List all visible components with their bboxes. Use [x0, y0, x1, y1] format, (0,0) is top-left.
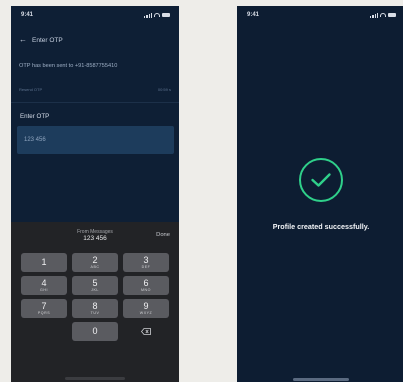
key-letters: DEF: [141, 264, 151, 269]
key-9[interactable]: 9 WXYZ: [123, 299, 169, 318]
key-letters: GHI: [40, 287, 48, 292]
page-title: Enter OTP: [32, 36, 63, 44]
otp-autofill-suggestion[interactable]: From Messages 123 456: [11, 222, 179, 250]
key-7[interactable]: 7 PQRS: [21, 299, 67, 318]
key-letters: JKL: [91, 287, 99, 292]
status-bar: 9:41: [11, 6, 179, 24]
key-letters: TUV: [90, 310, 100, 315]
battery-icon: [388, 13, 396, 17]
checkmark-icon: [311, 173, 331, 187]
otp-input[interactable]: 123 456: [17, 126, 174, 154]
status-icons: [144, 12, 170, 18]
success-panel: Profile created successfully.: [237, 158, 403, 232]
key-digit: 7: [41, 300, 47, 311]
key-digit: 2: [92, 254, 98, 265]
check-circle-icon: [299, 158, 343, 202]
home-indicator: [293, 378, 349, 381]
key-5[interactable]: 5 JKL: [72, 276, 118, 295]
key-3[interactable]: 3 DEF: [123, 253, 169, 272]
key-letters: PQRS: [37, 310, 51, 315]
otp-field-label: Enter OTP: [20, 113, 50, 120]
done-button[interactable]: Done: [156, 232, 170, 238]
screen-header: ← Enter OTP: [19, 34, 171, 46]
key-8[interactable]: 8 TUV: [72, 299, 118, 318]
key-digit: 8: [92, 300, 98, 311]
status-icons: [370, 12, 396, 18]
key-1[interactable]: 1: [21, 253, 67, 272]
wifi-icon: [154, 13, 160, 17]
arrow-left-icon[interactable]: ←: [19, 36, 27, 44]
key-0[interactable]: 0: [72, 322, 118, 341]
key-letters: ABC: [90, 264, 100, 269]
status-time: 9:41: [21, 12, 34, 18]
divider: [11, 102, 179, 103]
otp-timer: 00:59 s: [157, 87, 171, 92]
otp-screen: 9:41 ← Enter OTP OTP has been sent to +9…: [11, 6, 179, 382]
backspace-key[interactable]: [123, 322, 169, 341]
key-6[interactable]: 6 MNO: [123, 276, 169, 295]
home-indicator: [65, 377, 125, 380]
otp-sent-text: OTP has been sent to +91-8587755410: [19, 63, 118, 69]
key-digit: 1: [41, 257, 47, 267]
resend-row: Resend OTP 00:59 s: [19, 87, 171, 92]
wifi-icon: [380, 13, 386, 17]
key-digit: 0: [92, 326, 98, 336]
status-bar: 9:41: [237, 6, 403, 24]
key-letters: WXYZ: [139, 310, 153, 315]
success-message: Profile created successfully.: [272, 222, 370, 231]
status-time: 9:41: [247, 12, 260, 18]
key-digit: 9: [143, 300, 149, 311]
key-digit: 4: [41, 277, 47, 288]
suggestion-code: 123 456: [83, 235, 107, 243]
resend-otp-link[interactable]: Resend OTP: [19, 87, 42, 92]
success-screen: 9:41 Profile created successfully.: [237, 6, 403, 382]
numeric-keyboard: From Messages 123 456 Done 1 2 ABC 3 DEF…: [11, 222, 179, 382]
backspace-icon: [141, 328, 151, 335]
key-digit: 3: [143, 254, 149, 265]
key-4[interactable]: 4 GHI: [21, 276, 67, 295]
key-2[interactable]: 2 ABC: [72, 253, 118, 272]
key-digit: 6: [143, 277, 149, 288]
signal-icon: [370, 12, 378, 18]
battery-icon: [162, 13, 170, 17]
signal-icon: [144, 12, 152, 18]
key-digit: 5: [92, 277, 98, 288]
key-letters: MNO: [141, 287, 151, 292]
